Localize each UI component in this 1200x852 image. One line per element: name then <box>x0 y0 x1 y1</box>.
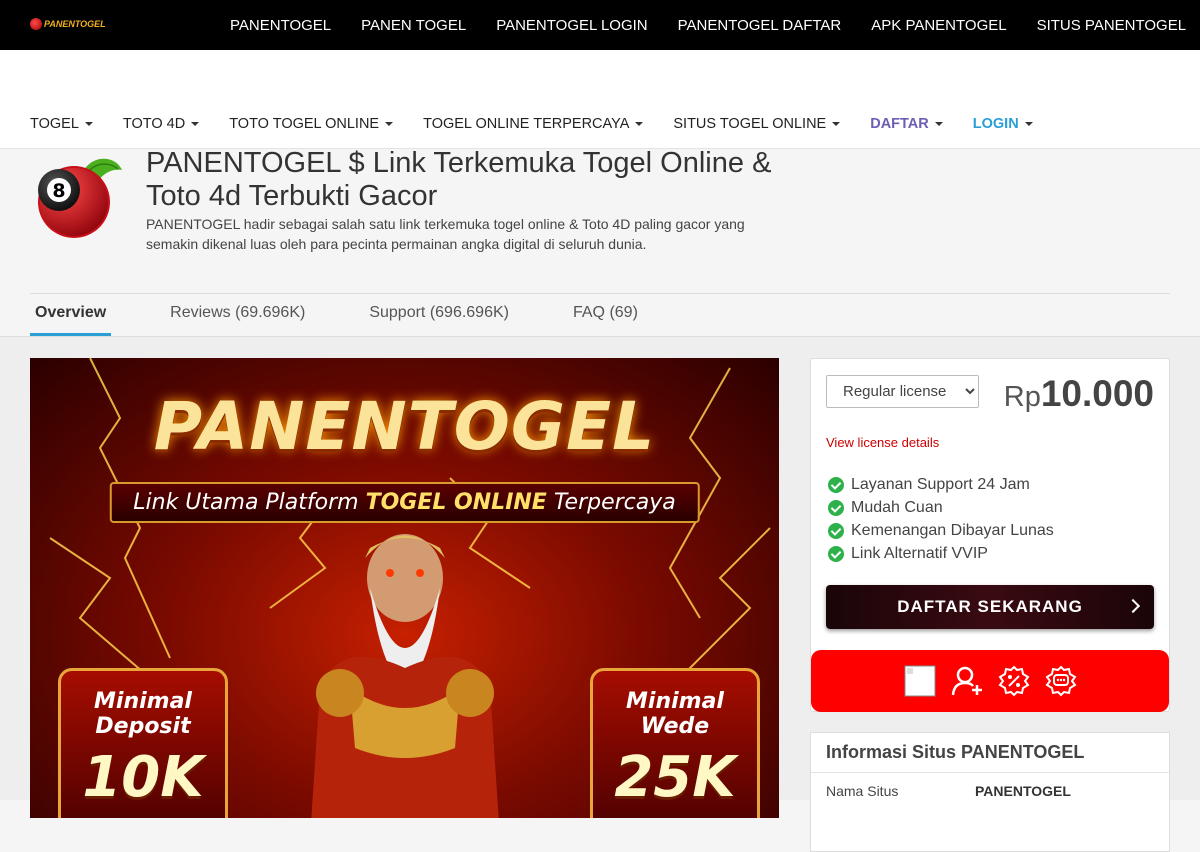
purchase-panel: Regular license Rp10.000 View license de… <box>810 358 1170 712</box>
nav-item-login[interactable]: LOGIN <box>973 116 1033 132</box>
tab-reviews[interactable]: Reviews (69.696K) <box>165 294 310 335</box>
banner-subtitle-bold: TOGEL ONLINE <box>365 490 547 515</box>
check-icon <box>828 499 844 516</box>
nav-item-situs-togel-online[interactable]: SITUS TOGEL ONLINE <box>673 116 841 132</box>
info-value: PANENTOGEL <box>975 783 1071 799</box>
promo-banner[interactable]: PANENTOGEL Link Utama Platform TOGEL ONL… <box>30 358 779 818</box>
nav-label: SITUS TOGEL ONLINE <box>673 116 827 132</box>
info-row: Nama Situs PANENTOGEL <box>811 773 1169 809</box>
caret-down-icon <box>1024 122 1033 126</box>
nav-label: TOGEL ONLINE TERPERCAYA <box>423 116 630 132</box>
banner-subtitle-post: Terpercaya <box>546 490 676 515</box>
feature-label: Link Alternatif VVIP <box>851 544 988 562</box>
caret-down-icon <box>934 122 943 126</box>
site-info-heading: Informasi Situs PANENTOGEL <box>811 733 1169 773</box>
main-nav: TOGEL TOTO 4D TOTO TOGEL ONLINE TOGEL ON… <box>0 99 1200 149</box>
logo-text: PANENTOGEL <box>44 19 106 29</box>
license-details-link[interactable]: View license details <box>826 435 939 450</box>
top-bar: PANENTOGEL PANENTOGEL PANEN TOGEL PANENT… <box>0 0 1200 50</box>
nav-label: DAFTAR <box>870 116 929 132</box>
top-link-daftar[interactable]: PANENTOGEL DAFTAR <box>678 17 842 34</box>
feature-item: Layanan Support 24 Jam <box>828 473 1054 496</box>
warrior-figure-icon <box>311 534 499 818</box>
nav-label: TOGEL <box>30 116 79 132</box>
feature-label: Mudah Cuan <box>851 498 943 516</box>
deposit-value: 10K <box>82 745 204 810</box>
caret-down-icon <box>832 122 841 126</box>
top-nav: PANENTOGEL PANEN TOGEL PANENTOGEL LOGIN … <box>230 0 1186 50</box>
nav-label: TOTO TOGEL ONLINE <box>229 116 380 132</box>
action-icon-bar <box>811 650 1169 712</box>
top-link-apk[interactable]: APK PANENTOGEL <box>871 17 1006 34</box>
price-currency: Rp <box>1003 381 1041 413</box>
caret-down-icon <box>191 122 200 126</box>
deposit-label: Minimal Deposit <box>94 689 192 739</box>
chat-support-icon[interactable] <box>1045 665 1077 697</box>
cta-label: DAFTAR SEKARANG <box>897 597 1083 616</box>
logo-digit: 8 <box>52 180 65 202</box>
caret-down-icon <box>84 122 93 126</box>
page-title: PANENTOGEL $ Link Terkemuka Togel Online… <box>146 147 772 212</box>
ball-icon <box>30 18 42 30</box>
check-icon <box>828 476 844 493</box>
top-link-panen-togel[interactable]: PANEN TOGEL <box>361 17 466 34</box>
check-icon <box>828 522 844 539</box>
nav-label: LOGIN <box>972 116 1019 132</box>
min-deposit-badge: Minimal Deposit 10K <box>58 668 228 818</box>
min-withdraw-badge: Minimal Wede 25K <box>590 668 760 818</box>
chevron-right-icon <box>1125 598 1141 614</box>
billiard-ball-logo-icon: 8 <box>38 158 122 238</box>
site-info-panel: Informasi Situs PANENTOGEL Nama Situs PA… <box>810 732 1170 852</box>
discount-icon[interactable] <box>998 665 1030 697</box>
banner-subtitle: Link Utama Platform TOGEL ONLINE Terperc… <box>109 482 700 523</box>
info-key: Nama Situs <box>826 783 899 799</box>
tab-faq[interactable]: FAQ (69) <box>568 294 643 335</box>
caret-down-icon <box>385 122 394 126</box>
hero: 8 PANENTOGEL $ Link Terkemuka Togel Onli… <box>0 147 1200 337</box>
top-link-situs[interactable]: SITUS PANENTOGEL <box>1037 17 1186 34</box>
tab-overview[interactable]: Overview <box>30 294 112 337</box>
feature-label: Kemenangan Dibayar Lunas <box>851 521 1054 539</box>
site-logo[interactable]: PANENTOGEL <box>30 17 110 31</box>
nav-item-daftar[interactable]: DAFTAR <box>870 116 943 132</box>
feature-list: Layanan Support 24 Jam Mudah Cuan Kemena… <box>828 473 1054 565</box>
feature-item: Kemenangan Dibayar Lunas <box>828 519 1054 542</box>
tab-bar: Overview Reviews (69.696K) Support (696.… <box>30 293 1170 337</box>
add-user-icon[interactable] <box>951 665 983 697</box>
broken-image-icon[interactable] <box>904 665 936 697</box>
check-icon <box>828 545 844 562</box>
top-link-login[interactable]: PANENTOGEL LOGIN <box>496 17 647 34</box>
withdraw-value: 25K <box>614 745 736 810</box>
daftar-sekarang-button[interactable]: DAFTAR SEKARANG <box>826 585 1154 629</box>
withdraw-label: Minimal Wede <box>626 689 724 739</box>
license-select[interactable]: Regular license <box>826 375 979 408</box>
tab-support[interactable]: Support (696.696K) <box>364 294 514 335</box>
nav-item-toto-4d[interactable]: TOTO 4D <box>122 116 200 132</box>
feature-item: Mudah Cuan <box>828 496 1054 519</box>
page-description: PANENTOGEL hadir sebagai salah satu link… <box>146 216 745 252</box>
nav-item-togel-online-terpercaya[interactable]: TOGEL ONLINE TERPERCAYA <box>423 116 644 132</box>
banner-title: PANENTOGEL <box>153 388 656 465</box>
feature-label: Layanan Support 24 Jam <box>851 475 1030 493</box>
content-area: PANENTOGEL Link Utama Platform TOGEL ONL… <box>0 336 1200 852</box>
price: Rp10.000 <box>1004 373 1154 415</box>
feature-item: Link Alternatif VVIP <box>828 542 1054 565</box>
nav-item-togel[interactable]: TOGEL <box>30 116 93 132</box>
price-amount: 10.000 <box>1040 373 1154 414</box>
nav-label: TOTO 4D <box>122 116 186 132</box>
caret-down-icon <box>635 122 644 126</box>
nav-item-toto-togel-online[interactable]: TOTO TOGEL ONLINE <box>229 116 394 132</box>
banner-subtitle-pre: Link Utama Platform <box>133 490 366 515</box>
top-link-panentogel[interactable]: PANENTOGEL <box>230 17 331 34</box>
